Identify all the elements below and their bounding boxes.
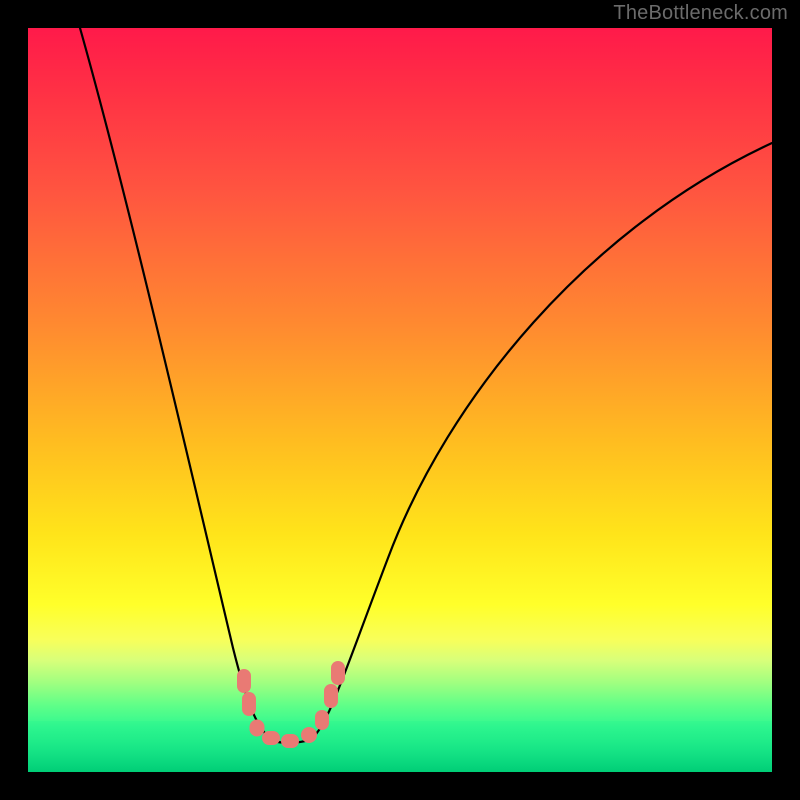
nodule xyxy=(315,710,329,730)
curve-layer xyxy=(28,28,772,772)
nodule xyxy=(262,731,280,745)
nodule xyxy=(331,661,345,685)
watermark-text: TheBottleneck.com xyxy=(613,2,788,25)
valley-nodules xyxy=(237,661,345,748)
nodule xyxy=(281,734,299,748)
nodule xyxy=(237,669,251,693)
nodule xyxy=(242,692,256,716)
curve-right-branch xyxy=(312,143,772,738)
nodule xyxy=(301,727,317,743)
nodule xyxy=(324,684,338,708)
curve-left-branch xyxy=(80,28,272,740)
chart-frame xyxy=(28,28,772,772)
nodule xyxy=(250,720,265,737)
